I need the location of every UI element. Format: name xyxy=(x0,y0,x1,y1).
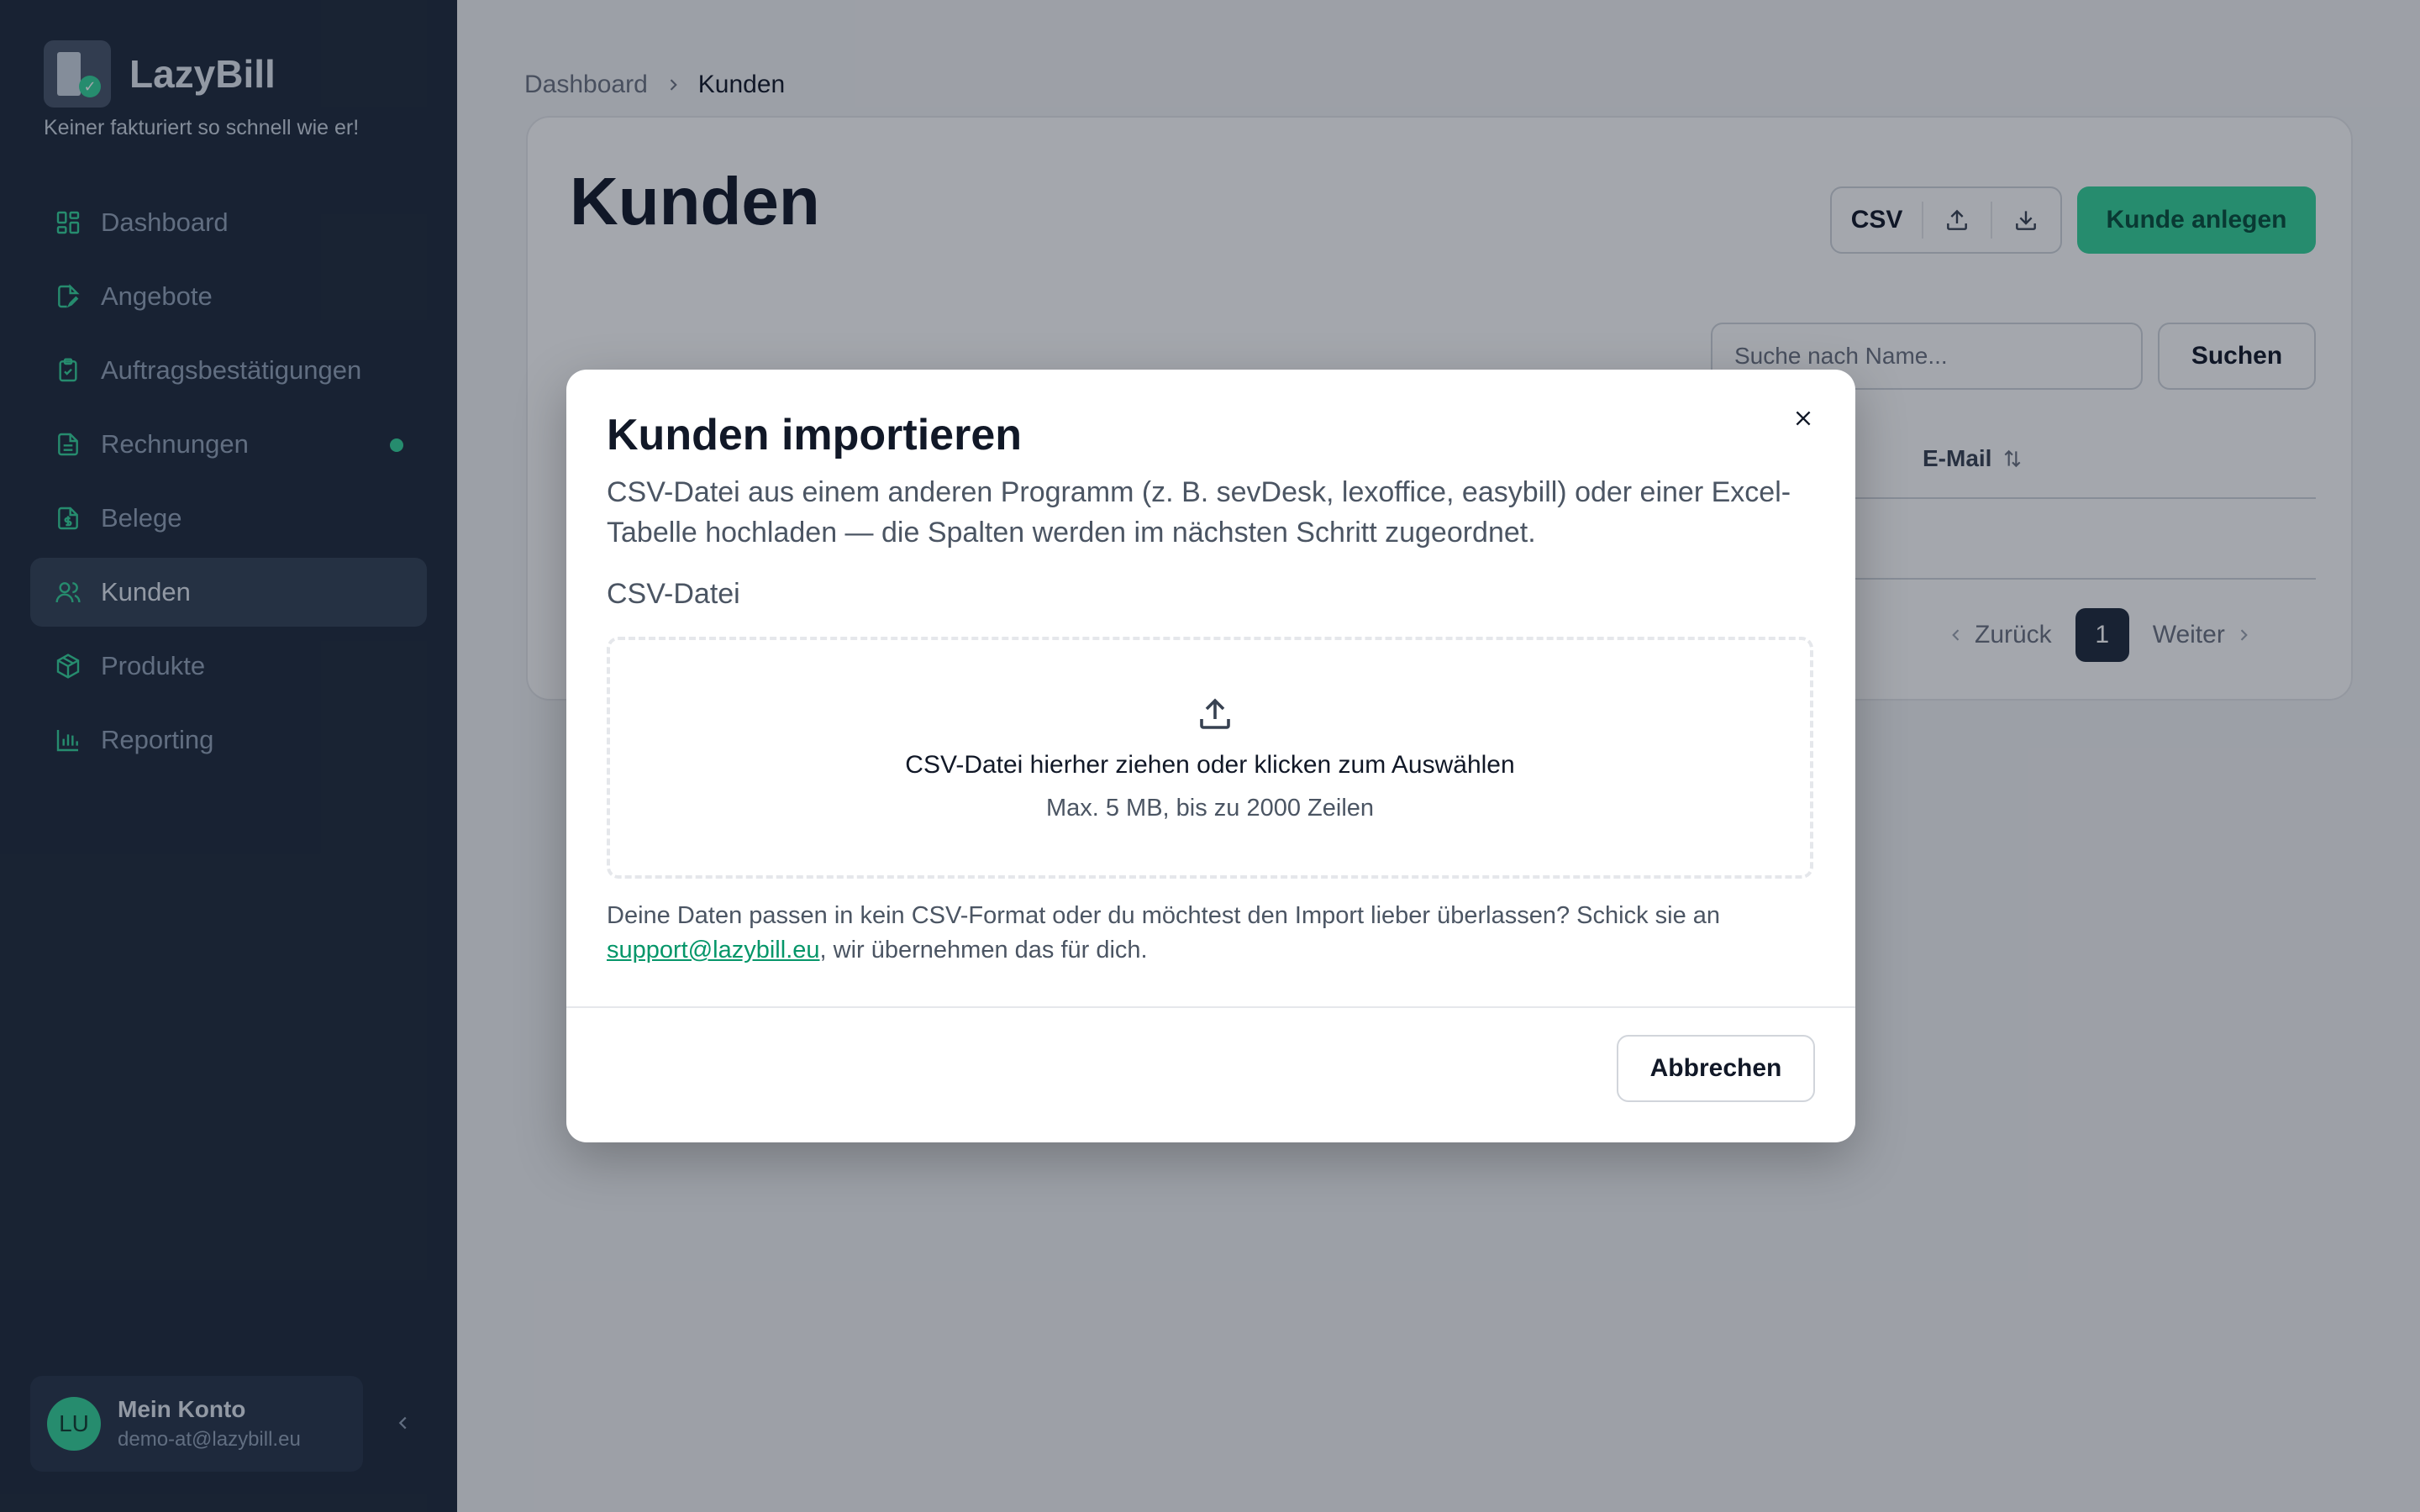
cancel-button[interactable]: Abbrechen xyxy=(1617,1035,1815,1102)
close-icon xyxy=(1796,411,1811,426)
dialog-description: CSV-Datei aus einem anderen Programm (z.… xyxy=(607,476,1791,549)
dialog-title: Kunden importieren xyxy=(607,411,1023,459)
support-note: Deine Daten passen in kein CSV-Format od… xyxy=(607,899,1813,968)
support-note-text: , wir übernehmen das für dich. xyxy=(819,937,1148,963)
csv-field-label: CSV-Datei xyxy=(607,578,740,610)
csv-dropzone[interactable]: CSV-Datei hierher ziehen oder klicken zu… xyxy=(607,637,1813,879)
support-email-link[interactable]: support@lazybill.eu xyxy=(607,937,820,963)
dialog-divider xyxy=(566,1006,1855,1008)
support-note-text: Deine Daten passen in kein CSV-Format od… xyxy=(607,902,1721,929)
dropzone-text: CSV-Datei hierher ziehen oder klicken zu… xyxy=(905,751,1515,779)
import-dialog: Kunden importieren CSV-Datei aus einem a… xyxy=(566,370,1855,1142)
close-button[interactable] xyxy=(1785,400,1822,437)
dropzone-hint: Max. 5 MB, bis zu 2000 Zeilen xyxy=(1045,795,1375,822)
upload-icon xyxy=(1200,698,1230,729)
